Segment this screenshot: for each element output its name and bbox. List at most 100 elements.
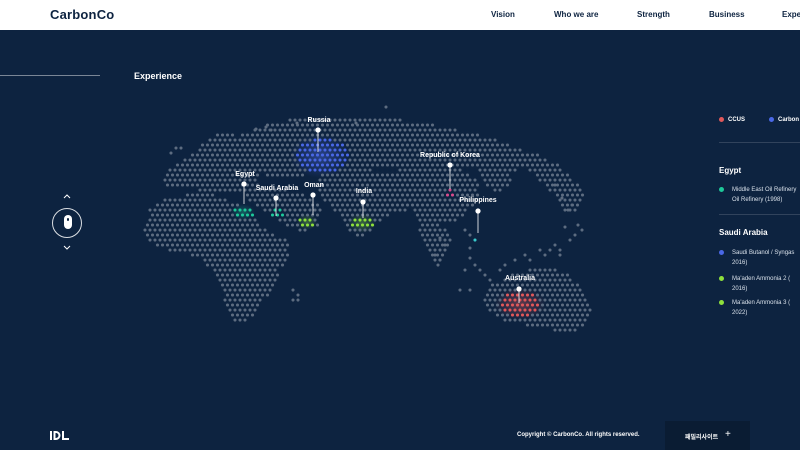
project-item[interactable]: Ma'aden Ammonia 2 ( 2016) bbox=[719, 274, 800, 294]
map-dot bbox=[215, 173, 220, 177]
family-site-button[interactable]: 패밀리사이트 + bbox=[665, 421, 750, 450]
map-dot bbox=[193, 228, 197, 232]
pin-marker[interactable] bbox=[315, 127, 321, 133]
pin-marker[interactable] bbox=[447, 162, 453, 168]
map-dot bbox=[183, 248, 187, 252]
map-dot bbox=[235, 203, 240, 207]
map-dot bbox=[235, 303, 240, 307]
map-dot bbox=[493, 168, 497, 172]
map-dot bbox=[218, 248, 222, 252]
pin-label: Russia bbox=[308, 117, 331, 124]
map-dot bbox=[215, 273, 220, 277]
map-pin[interactable]: Philippines bbox=[459, 197, 497, 233]
project-item[interactable]: Ma'aden Ammonia 3 ( 2022) bbox=[719, 298, 800, 318]
map-dot bbox=[333, 118, 337, 122]
map-dot bbox=[155, 203, 160, 207]
map-dot bbox=[250, 313, 255, 317]
map-dot bbox=[395, 193, 400, 197]
map-dot bbox=[384, 105, 388, 109]
map-dot bbox=[198, 218, 202, 222]
map-dot bbox=[163, 178, 167, 182]
map-dot bbox=[495, 293, 500, 297]
map-pin[interactable]: Saudi Arabia bbox=[256, 185, 299, 216]
map-dot bbox=[408, 138, 412, 142]
map-dot bbox=[285, 153, 290, 157]
map-pin[interactable]: Egypt bbox=[235, 171, 255, 204]
map-dot bbox=[340, 163, 345, 167]
pin-marker[interactable] bbox=[475, 208, 481, 214]
map-dot bbox=[210, 193, 215, 197]
project-item[interactable]: Middle East Oil Refinery Oil Refinery (1… bbox=[719, 185, 800, 205]
map-dot bbox=[328, 188, 332, 192]
map-dot bbox=[423, 228, 427, 232]
map-dot bbox=[515, 303, 520, 307]
map-dot bbox=[253, 148, 257, 152]
map-dot bbox=[308, 138, 312, 142]
map-dot bbox=[253, 238, 257, 242]
map-dot bbox=[498, 168, 502, 172]
map-dot bbox=[488, 178, 492, 182]
map-dot bbox=[495, 163, 500, 167]
map-dot bbox=[293, 158, 297, 162]
map-dot bbox=[198, 248, 202, 252]
map-dot bbox=[169, 151, 173, 155]
map-dot bbox=[580, 313, 585, 317]
map-dot bbox=[505, 293, 510, 297]
map-dot bbox=[248, 188, 252, 192]
map-dot bbox=[438, 258, 442, 262]
map-dot bbox=[285, 223, 290, 227]
map-dot bbox=[218, 138, 222, 142]
map-dot bbox=[543, 168, 547, 172]
map-dot bbox=[218, 168, 222, 172]
map-dot bbox=[243, 218, 247, 222]
map-dot bbox=[393, 208, 397, 212]
map-dot bbox=[150, 233, 155, 237]
map-dot bbox=[225, 223, 230, 227]
pin-marker[interactable] bbox=[241, 181, 247, 187]
map-dot bbox=[273, 248, 277, 252]
map-dot bbox=[370, 203, 375, 207]
map-dot bbox=[578, 308, 582, 312]
map-dot bbox=[313, 148, 317, 152]
map-dot bbox=[290, 123, 295, 127]
panel-divider bbox=[719, 214, 800, 215]
pin-marker[interactable] bbox=[310, 192, 316, 198]
map-dot bbox=[303, 158, 307, 162]
map-dot bbox=[248, 228, 252, 232]
map-dot bbox=[433, 208, 437, 212]
map-dot bbox=[455, 173, 460, 177]
map-dot bbox=[195, 233, 200, 237]
project-text: Saudi Butanol / Syngas 2016) bbox=[732, 250, 795, 266]
map-dot bbox=[463, 178, 467, 182]
map-dot bbox=[440, 213, 445, 217]
map-dot bbox=[505, 143, 510, 147]
map-dot bbox=[565, 193, 570, 197]
pin-marker[interactable] bbox=[516, 286, 522, 292]
map-dot bbox=[498, 178, 502, 182]
map-dot bbox=[445, 133, 450, 137]
map-dot bbox=[360, 173, 365, 177]
map-dot bbox=[203, 208, 207, 212]
pin-marker[interactable] bbox=[360, 199, 366, 205]
map-dot bbox=[238, 178, 242, 182]
map-dot bbox=[355, 213, 360, 217]
map-dot bbox=[450, 183, 455, 187]
map-dot bbox=[435, 243, 440, 247]
map-dot bbox=[278, 128, 282, 132]
footer-logo-icon[interactable] bbox=[50, 431, 70, 440]
map-dot bbox=[275, 263, 280, 267]
map-dot bbox=[305, 153, 310, 157]
map-dot bbox=[183, 218, 187, 222]
map-dot bbox=[270, 173, 275, 177]
pin-marker[interactable] bbox=[273, 195, 279, 201]
map-dot bbox=[353, 228, 357, 232]
map-dot bbox=[205, 243, 210, 247]
map-dot bbox=[425, 213, 430, 217]
map-dot bbox=[418, 208, 422, 212]
map-dot bbox=[255, 233, 260, 237]
project-item[interactable]: Saudi Butanol / Syngas 2016) bbox=[719, 248, 800, 268]
map-dot bbox=[168, 168, 172, 172]
map-dot bbox=[430, 173, 435, 177]
map-dot bbox=[260, 283, 265, 287]
map-dot bbox=[398, 208, 402, 212]
